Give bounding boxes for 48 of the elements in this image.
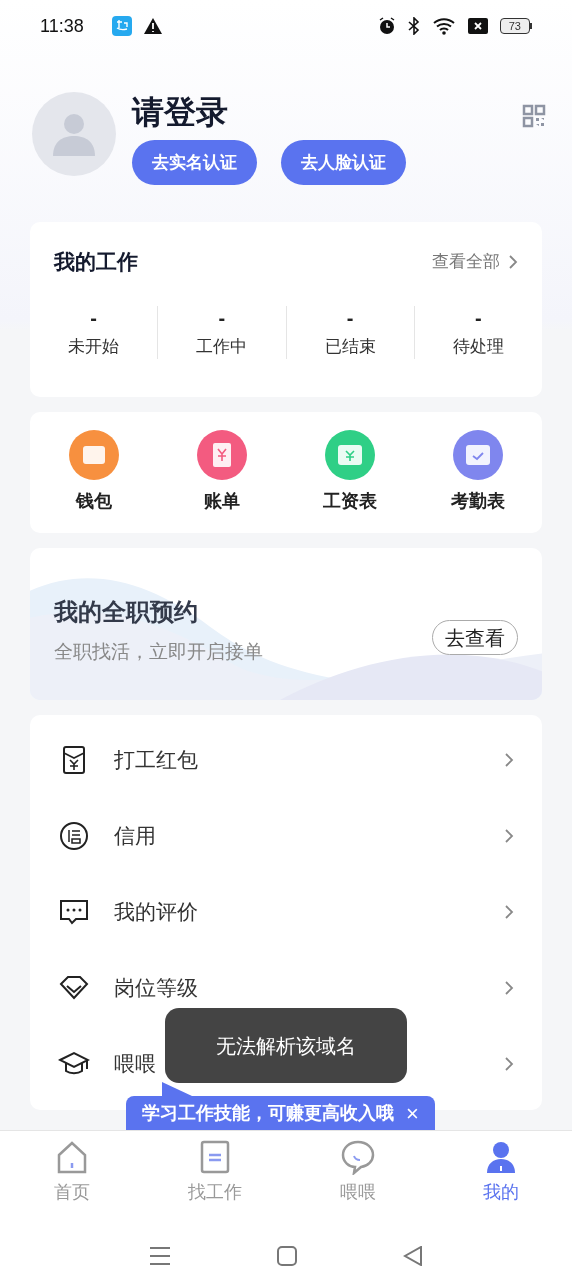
status-time: 11:38 [40, 14, 84, 38]
battery-indicator: 73 [499, 18, 532, 34]
tool-label[interactable]: 钱包 [76, 488, 112, 515]
stat-label[interactable]: 未开始 [68, 333, 120, 359]
menu-item[interactable]: 我的评价 [114, 896, 480, 928]
tool-label[interactable]: 考勤表 [451, 488, 505, 515]
stat-value: - [218, 305, 226, 330]
menu-item[interactable]: 岗位等级 [114, 972, 480, 1004]
banner-title: 我的全职预约 [54, 597, 199, 627]
wifi-icon [431, 17, 456, 35]
chat-bubble-icon [339, 1139, 376, 1175]
stat-value: - [346, 305, 354, 330]
menu-icon[interactable] [149, 1246, 171, 1266]
stat-label[interactable]: 已结束 [324, 333, 376, 359]
bluetooth-icon [407, 17, 420, 35]
credit-icon [58, 820, 90, 852]
stat-value: - [475, 305, 482, 330]
section-title: 我的工作 [54, 249, 138, 275]
chevron-right-icon [504, 980, 514, 996]
verify-button[interactable]: 去实名认证 [132, 140, 257, 185]
menu-item[interactable]: 信用 [114, 820, 480, 852]
banner-subtitle: 全职找活，立即开启接单 [54, 640, 263, 664]
menu-item[interactable]: 打工红包 [114, 744, 480, 776]
stat-label[interactable]: 待处理 [452, 333, 504, 359]
view-button[interactable]: 去查看 [432, 620, 518, 655]
tool-label[interactable]: 账单 [204, 488, 240, 515]
login-title[interactable]: 请登录 [132, 92, 406, 132]
back-icon[interactable] [403, 1246, 423, 1266]
stat-label[interactable]: 工作中 [196, 333, 248, 359]
verify-button[interactable]: 去人脸认证 [281, 140, 406, 185]
tab[interactable]: 我的 [429, 1139, 572, 1232]
qr-code-icon[interactable] [522, 104, 546, 128]
no-sim-icon [467, 18, 488, 34]
view-all-link[interactable]: 查看全部 [432, 249, 518, 275]
chevron-right-icon [504, 752, 514, 768]
tool-label[interactable]: 工资表 [323, 488, 377, 515]
chevron-right-icon [504, 1056, 514, 1072]
alarm-icon [377, 17, 396, 35]
warning-icon [143, 18, 162, 34]
tip-text: 学习工作技能，可赚更高收入哦 [142, 1101, 394, 1125]
stat-value: - [90, 305, 97, 330]
close-button[interactable]: × [406, 1096, 419, 1130]
chevron-right-icon [504, 904, 514, 920]
chevron-right-icon [504, 828, 514, 844]
chevron-right-icon [508, 253, 518, 270]
toast-message: 无法解析该域名 [216, 1033, 356, 1059]
home-square-icon[interactable] [277, 1246, 297, 1266]
app-notification-icon [111, 16, 132, 36]
